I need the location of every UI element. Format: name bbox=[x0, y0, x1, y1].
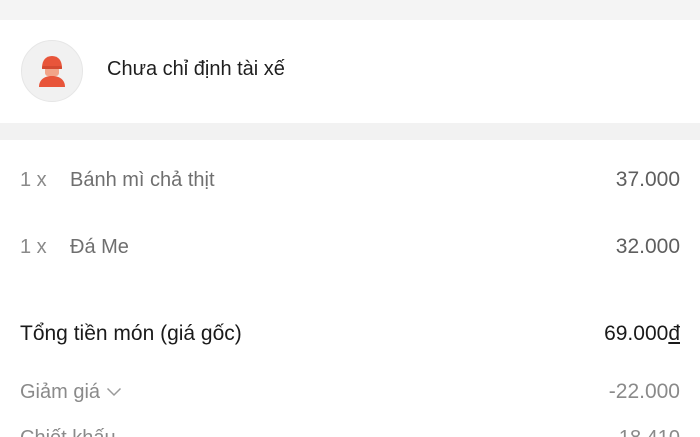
partial-row-label: Chiết khấu bbox=[20, 427, 612, 437]
partial-row: Chiết khấu -18.410 bbox=[20, 427, 680, 437]
top-spacer bbox=[0, 0, 700, 20]
discount-row[interactable]: Giảm giá -22.000 bbox=[20, 380, 680, 404]
item-quantity: 1 x bbox=[20, 168, 47, 191]
item-name: Đá Me bbox=[70, 235, 129, 258]
order-summary: 1 x Bánh mì chả thịt 37.000 1 x Đá Me 32… bbox=[0, 140, 700, 437]
item-name: Bánh mì chả thịt bbox=[70, 168, 215, 191]
subtotal-label: Tổng tiền món (giá gốc) bbox=[20, 322, 242, 345]
subtotal-value: 69.000 bbox=[604, 322, 669, 345]
driver-helmet-icon bbox=[39, 55, 65, 87]
discount-label: Giảm giá bbox=[20, 380, 101, 403]
item-quantity: 1 x bbox=[20, 235, 47, 258]
item-price: 37.000 bbox=[615, 168, 680, 191]
section-divider bbox=[0, 123, 700, 140]
driver-card: Chưa chỉ định tài xế bbox=[0, 20, 700, 123]
chevron-down-icon bbox=[106, 387, 122, 397]
currency-symbol: đ bbox=[668, 322, 680, 345]
subtotal-row: Tổng tiền món (giá gốc) 69.000đ bbox=[20, 322, 680, 346]
order-item-row: 1 x Đá Me 32.000 bbox=[20, 235, 680, 259]
order-detail-screen: Chưa chỉ định tài xế 1 x Bánh mì chả thị… bbox=[0, 0, 700, 437]
discount-value: -22.000 bbox=[608, 380, 680, 403]
discount-toggle[interactable]: Giảm giá bbox=[20, 381, 122, 404]
partial-row-value: -18.410 bbox=[612, 427, 680, 437]
order-item-row: 1 x Bánh mì chả thịt 37.000 bbox=[20, 168, 680, 192]
driver-avatar bbox=[21, 39, 83, 102]
driver-status-text: Chưa chỉ định tài xế bbox=[107, 58, 285, 80]
subtotal-amount: 69.000đ bbox=[604, 322, 680, 346]
item-price: 32.000 bbox=[615, 235, 680, 258]
